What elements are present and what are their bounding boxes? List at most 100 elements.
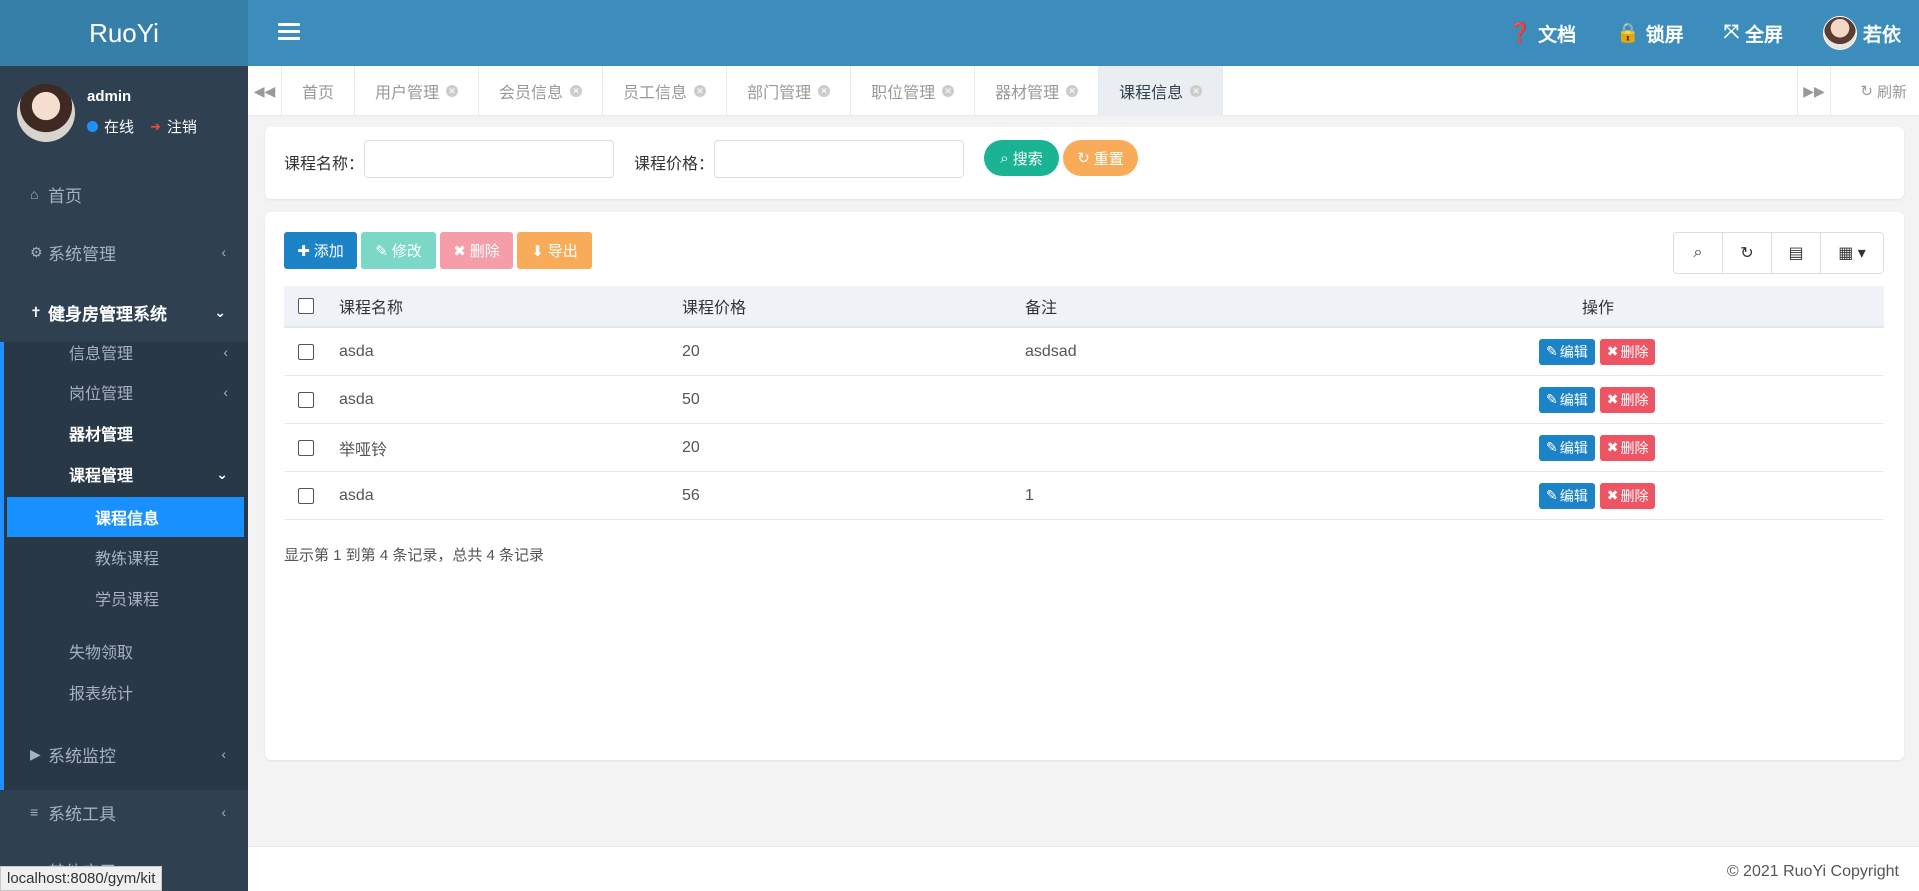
sidebar-item-monitor[interactable]: ▶ 系统监控 ‹	[0, 726, 248, 782]
sidebar-item-student-course[interactable]: 学员课程	[0, 578, 248, 618]
close-icon[interactable]: ✕	[694, 85, 707, 97]
sidebar-item-label: 学员课程	[95, 592, 160, 609]
tabs-scroll-right-icon[interactable]: ▶▶	[1797, 66, 1831, 116]
export-button-label: 导出	[547, 243, 578, 260]
edit-icon: ✎	[1546, 343, 1558, 359]
row-checkbox[interactable]	[298, 472, 314, 519]
sidebar-item-label: 系统监控	[48, 746, 116, 766]
course-price-cell: 20	[682, 342, 700, 360]
select-all-checkbox[interactable]	[298, 286, 314, 326]
pagination-info: 显示第 1 到第 4 条记录，总共 4 条记录	[284, 547, 545, 564]
reset-button[interactable]: ↻ 重置	[1063, 140, 1138, 176]
sidebar-item-label: 系统管理	[48, 244, 116, 264]
row-delete-button[interactable]: ✖ 删除	[1599, 434, 1656, 461]
toggle-view-icon[interactable]: ▤	[1772, 233, 1821, 273]
tab-staff-info[interactable]: 员工信息 ✕	[603, 66, 728, 116]
question-circle-icon: ❓	[1508, 23, 1533, 44]
sidebar-item-coach-course[interactable]: 教练课程	[0, 537, 248, 577]
row-delete-label: 删除	[1620, 343, 1649, 360]
course-price-cell: 20	[682, 438, 700, 456]
search-panel: 课程名称： 课程价格： ⌕ 搜索 ↻ 重置	[265, 127, 1904, 199]
refresh-button[interactable]: ↻ 刷新	[1860, 66, 1907, 116]
tab-label: 用户管理	[375, 85, 440, 102]
export-button[interactable]: ⬇ 导出	[517, 232, 592, 269]
sidebar-item-course-mgmt[interactable]: 课程管理 ⌄	[0, 454, 248, 494]
row-actions: ✎ 编辑 ✖ 删除	[1539, 472, 1656, 519]
fullscreen-label: 全屏	[1744, 24, 1783, 46]
avatar	[17, 84, 75, 142]
row-delete-button[interactable]: ✖ 删除	[1599, 482, 1656, 509]
chevron-left-icon: ‹	[221, 804, 226, 820]
sidebar-item-reports[interactable]: 报表统计	[0, 672, 248, 712]
home-icon: ⌂	[30, 186, 39, 202]
close-icon[interactable]: ✕	[818, 85, 831, 97]
close-icon[interactable]: ✕	[1190, 85, 1203, 97]
tab-equipment-mgmt[interactable]: 器材管理 ✕	[975, 66, 1100, 116]
delete-button[interactable]: ✖ 删除	[440, 232, 513, 269]
close-icon[interactable]: ✕	[446, 85, 459, 97]
user-menu[interactable]: 若依	[1822, 16, 1901, 50]
tab-course-info[interactable]: 课程信息 ✕	[1099, 66, 1224, 116]
course-name-cell: asda	[339, 390, 374, 408]
course-price-input[interactable]	[714, 140, 964, 178]
logout-link[interactable]: 注销	[167, 116, 197, 137]
tab-home[interactable]: 首页	[282, 66, 356, 116]
row-edit-button[interactable]: ✎ 编辑	[1539, 386, 1595, 413]
user-panel: admin 在线 ➜ 注销	[0, 66, 248, 152]
tab-label: 首页	[302, 85, 335, 102]
column-header[interactable]: 课程价格	[682, 286, 746, 326]
tab-position-mgmt[interactable]: 职位管理 ✕	[851, 66, 976, 116]
top-header: RuoYi ❓ 文档 🔒 锁屏 ⤧ 全屏 若依	[0, 0, 1919, 66]
search-icon: ⌕	[1000, 149, 1009, 167]
tab-dept-mgmt[interactable]: 部门管理 ✕	[727, 66, 852, 116]
sidebar-item-home[interactable]: ⌂ 首页	[0, 166, 248, 222]
fullscreen-link[interactable]: ⤧ 全屏	[1724, 20, 1783, 47]
row-actions: ✎ 编辑 ✖ 删除	[1539, 328, 1656, 375]
lock-screen-link[interactable]: 🔒 锁屏	[1616, 20, 1684, 47]
course-price-cell: 56	[682, 486, 700, 504]
copyright: © 2021 RuoYi Copyright	[1726, 863, 1899, 880]
tabs-scroll-left-icon[interactable]: ◀◀	[248, 66, 282, 116]
chevron-left-icon: ‹	[221, 746, 226, 762]
footer: © 2021 RuoYi Copyright	[248, 846, 1919, 891]
row-checkbox[interactable]	[298, 328, 314, 375]
app-logo[interactable]: RuoYi	[0, 0, 248, 66]
search-toggle-icon[interactable]: ⌕	[1674, 233, 1723, 273]
menu-toggle-icon[interactable]	[278, 23, 300, 43]
row-checkbox[interactable]	[298, 424, 314, 471]
sidebar-item-tools[interactable]: ≡ 系统工具 ‹	[0, 784, 248, 840]
close-icon[interactable]: ✕	[570, 85, 583, 97]
sidebar-item-lost-found[interactable]: 失物领取	[0, 631, 248, 671]
refresh-icon[interactable]: ↻	[1723, 233, 1772, 273]
row-checkbox[interactable]	[298, 376, 314, 423]
sidebar-item-post-mgmt[interactable]: 岗位管理 ‹	[0, 372, 248, 412]
row-delete-button[interactable]: ✖ 删除	[1599, 386, 1656, 413]
row-edit-label: 编辑	[1559, 391, 1588, 408]
chevron-left-icon: ‹	[221, 244, 226, 260]
row-delete-button[interactable]: ✖ 删除	[1599, 338, 1656, 365]
close-icon[interactable]: ✕	[942, 85, 955, 97]
course-name-input[interactable]	[364, 140, 614, 178]
sidebar-item-system[interactable]: ⚙ 系统管理 ‹	[0, 224, 248, 280]
sidebar-item-equipment[interactable]: 器材管理	[0, 413, 248, 453]
table-row: asda 20 asdsad ✎ 编辑 ✖ 删除	[284, 328, 1884, 376]
tab-user-mgmt[interactable]: 用户管理 ✕	[355, 66, 480, 116]
row-edit-button[interactable]: ✎ 编辑	[1539, 482, 1595, 509]
close-icon[interactable]: ✕	[1066, 85, 1079, 97]
column-header[interactable]: 备注	[1025, 286, 1057, 326]
edit-button[interactable]: ✎ 修改	[361, 232, 436, 269]
online-dot-icon	[87, 121, 98, 132]
column-header[interactable]: 课程名称	[339, 286, 403, 326]
sidebar-item-course-info[interactable]: 课程信息	[7, 497, 244, 537]
columns-icon[interactable]: ▦ ▾	[1821, 233, 1883, 273]
browser-status-url: localhost:8080/gym/kit	[0, 866, 163, 891]
course-name-label: 课程名称：	[284, 156, 365, 173]
logout-icon[interactable]: ➜	[150, 119, 161, 135]
add-button[interactable]: ✚ 添加	[284, 232, 357, 269]
row-edit-button[interactable]: ✎ 编辑	[1539, 338, 1595, 365]
docs-link[interactable]: ❓ 文档	[1508, 20, 1576, 47]
row-edit-button[interactable]: ✎ 编辑	[1539, 434, 1595, 461]
sidebar-item-info-mgmt[interactable]: 信息管理 ‹	[0, 332, 248, 372]
search-button[interactable]: ⌕ 搜索	[984, 140, 1059, 176]
tab-member-info[interactable]: 会员信息 ✕	[479, 66, 604, 116]
